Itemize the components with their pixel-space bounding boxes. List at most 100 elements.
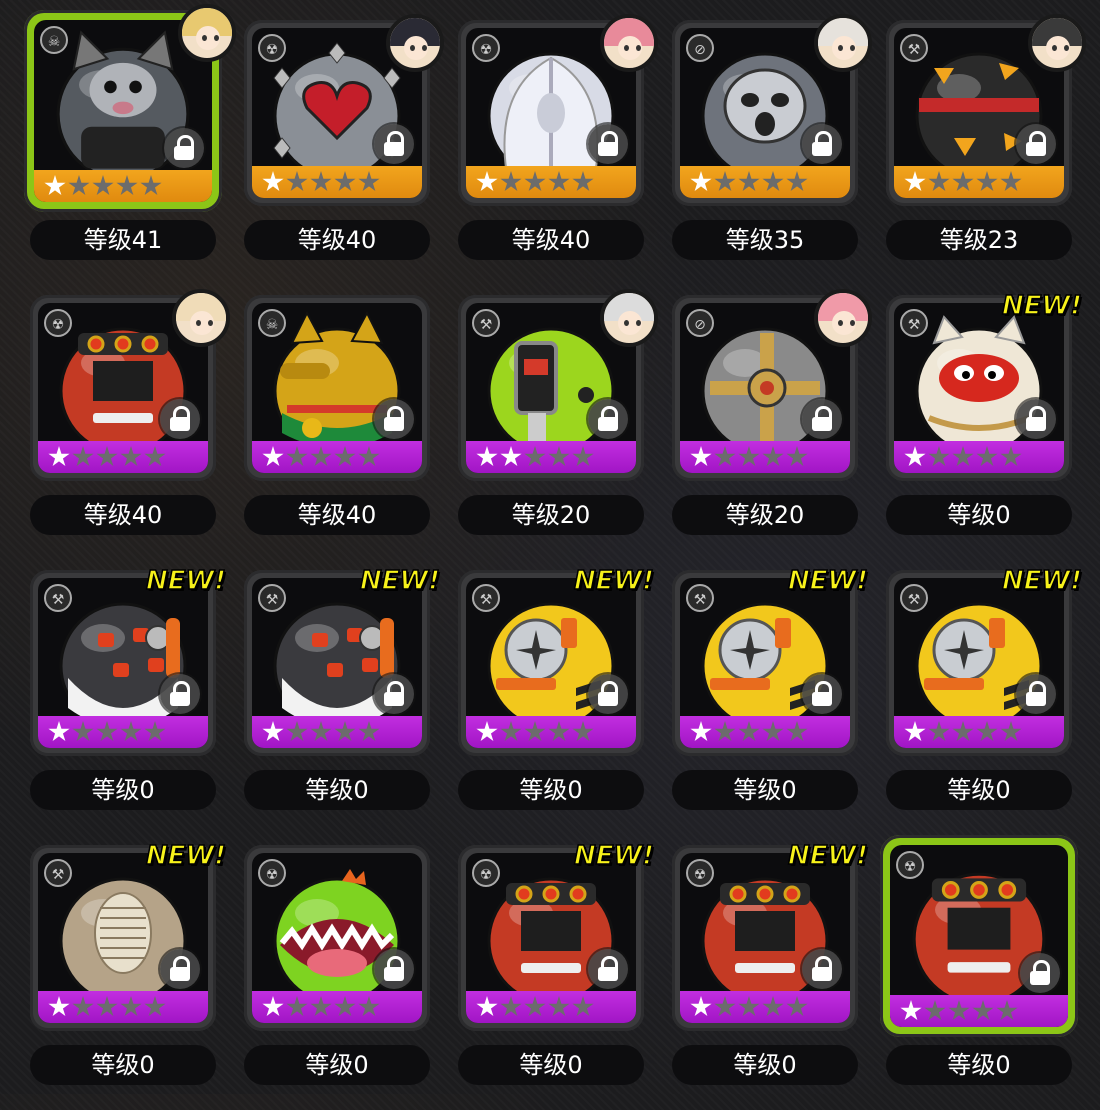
item-slot[interactable]: ⚒ 等级23	[886, 10, 1086, 285]
new-badge: NEW!	[145, 840, 227, 872]
level-label: 等级40	[244, 495, 430, 535]
star-empty-icon	[334, 721, 356, 742]
level-label: 等级0	[458, 1045, 644, 1085]
rarity-footer	[894, 716, 1064, 748]
item-card[interactable]: ⊘	[672, 289, 872, 481]
item-card[interactable]: ⚒ NEW!	[886, 290, 1083, 481]
item-slot[interactable]: ☢ 等级0	[244, 835, 434, 1110]
star-empty-icon	[548, 171, 570, 192]
lock-icon	[588, 949, 628, 989]
star-empty-icon	[786, 446, 808, 467]
new-badge: NEW!	[359, 565, 441, 597]
star-empty-icon	[144, 996, 166, 1017]
star-rating	[44, 175, 162, 197]
item-slot[interactable]: ⚒ NEW! 等级0	[30, 835, 227, 1110]
star-rating	[262, 171, 380, 193]
level-label: 等级0	[244, 1045, 430, 1085]
star-empty-icon	[286, 721, 308, 742]
star-empty-icon	[762, 996, 784, 1017]
item-card[interactable]: ⚒ NEW!	[30, 840, 227, 1031]
item-card[interactable]: ☠	[24, 4, 236, 212]
item-slot[interactable]: ☢ 等级0	[880, 835, 1078, 1110]
item-slot[interactable]: ☢ 等级40	[458, 10, 658, 285]
star-empty-icon	[572, 996, 594, 1017]
item-card[interactable]: ☢	[30, 289, 230, 481]
item-card[interactable]: ☢ NEW!	[672, 840, 869, 1031]
star-filled-icon	[690, 171, 712, 192]
lock-icon	[160, 399, 200, 439]
item-card[interactable]: ☢ NEW!	[458, 840, 655, 1031]
star-rating	[48, 721, 166, 743]
lock-icon	[160, 949, 200, 989]
star-empty-icon	[310, 171, 332, 192]
item-slot[interactable]: ☢ 等级40	[30, 285, 230, 560]
hammer-type-icon: ⚒	[258, 584, 286, 612]
item-slot[interactable]: ⚒ NEW! 等级0	[244, 560, 441, 835]
star-empty-icon	[972, 1000, 994, 1021]
item-slot[interactable]: ⚒ NEW! 等级0	[30, 560, 227, 835]
radiation-type-icon: ☢	[896, 851, 924, 879]
star-empty-icon	[72, 996, 94, 1017]
item-card-inner: ⚒	[38, 578, 208, 748]
item-card[interactable]: ⚒ NEW!	[672, 565, 869, 756]
item-card[interactable]: ☢	[880, 835, 1078, 1037]
item-slot[interactable]: ☢ NEW! 等级0	[672, 835, 869, 1110]
star-empty-icon	[548, 721, 570, 742]
item-slot[interactable]: ⊘ 等级35	[672, 10, 872, 285]
item-card[interactable]: ⚒ NEW!	[886, 565, 1083, 756]
item-slot[interactable]: ⚒ NEW! 等级0	[458, 560, 655, 835]
radiation-type-icon: ☢	[44, 309, 72, 337]
star-empty-icon	[996, 1000, 1018, 1021]
level-label: 等级0	[672, 1045, 858, 1085]
item-slot[interactable]: ⊘ 等级20	[672, 285, 872, 560]
rarity-footer	[252, 716, 422, 748]
item-slot[interactable]: ☠ 等级40	[244, 285, 434, 560]
star-empty-icon	[140, 175, 162, 196]
star-rating	[904, 446, 1022, 468]
star-filled-icon	[900, 1000, 922, 1021]
item-card[interactable]: ☢	[244, 14, 444, 206]
rarity-footer	[252, 991, 422, 1023]
level-label: 等级0	[886, 1045, 1072, 1085]
star-empty-icon	[928, 446, 950, 467]
star-rating	[476, 446, 594, 468]
item-card[interactable]: ☢	[244, 845, 430, 1031]
item-card[interactable]: ⚒ NEW!	[458, 565, 655, 756]
item-card[interactable]: ⚒ NEW!	[30, 565, 227, 756]
star-empty-icon	[714, 171, 736, 192]
lock-icon	[588, 399, 628, 439]
star-empty-icon	[358, 996, 380, 1017]
star-rating	[476, 721, 594, 743]
item-slot[interactable]: ☢ 等级40	[244, 10, 444, 285]
item-card[interactable]: ☠	[244, 295, 430, 481]
star-empty-icon	[358, 446, 380, 467]
star-filled-icon	[476, 446, 498, 467]
star-rating	[262, 446, 380, 468]
star-filled-icon	[262, 171, 284, 192]
new-badge: NEW!	[145, 565, 227, 597]
item-slot[interactable]: ☢ NEW! 等级0	[458, 835, 655, 1110]
star-empty-icon	[952, 446, 974, 467]
star-filled-icon	[476, 721, 498, 742]
lock-icon	[164, 128, 204, 168]
item-slot[interactable]: ⚒ 等级20	[458, 285, 658, 560]
item-card[interactable]: ⚒ NEW!	[244, 565, 441, 756]
star-rating	[690, 446, 808, 468]
item-slot[interactable]: ⚒ NEW! 等级0	[886, 560, 1083, 835]
item-slot[interactable]: ⚒ NEW! 等级0	[672, 560, 869, 835]
item-card[interactable]: ⊘	[672, 14, 872, 206]
star-rating	[904, 171, 1022, 193]
star-filled-icon	[500, 446, 522, 467]
rarity-footer	[894, 441, 1064, 473]
item-slot[interactable]: ☠ 等级41	[24, 4, 236, 285]
item-card-inner: ⚒	[894, 303, 1064, 473]
item-slot[interactable]: ⚒ NEW! 等级0	[886, 285, 1083, 560]
item-card[interactable]: ⚒	[458, 289, 658, 481]
star-rating	[262, 721, 380, 743]
star-empty-icon	[334, 996, 356, 1017]
hammer-type-icon: ⚒	[900, 34, 928, 62]
item-card[interactable]: ☢	[458, 14, 658, 206]
item-card[interactable]: ⚒	[886, 14, 1086, 206]
star-empty-icon	[738, 721, 760, 742]
star-empty-icon	[358, 171, 380, 192]
